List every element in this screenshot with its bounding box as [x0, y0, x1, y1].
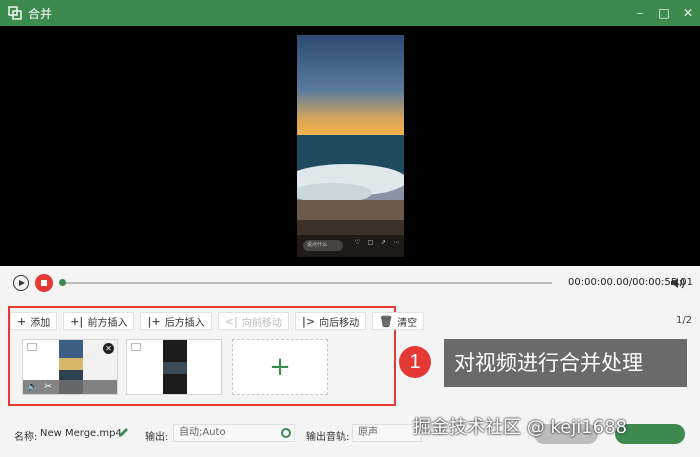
close-icon[interactable]: ✕	[682, 7, 694, 19]
output-format-select[interactable]: 自动;Auto	[173, 424, 295, 442]
merge-app-icon	[8, 6, 22, 20]
callout-number: 1	[399, 346, 431, 378]
close-icon[interactable]: ✕	[103, 343, 114, 354]
clip-checkbox[interactable]	[27, 343, 37, 351]
gear-icon[interactable]	[281, 428, 291, 438]
trash-icon: 🗑	[379, 314, 394, 328]
move-forward-label: 向前移动	[241, 317, 282, 329]
insert-after-icon: |+	[147, 314, 161, 328]
clip-action-bar: 🔈 ✂	[23, 380, 117, 394]
video-preview: 说点什么 ♡ □ ↗ ⋯	[0, 26, 700, 266]
insert-before-icon: +|	[70, 314, 84, 328]
add-label: 添加	[30, 317, 51, 329]
video-image	[297, 35, 404, 257]
insert-before-label: 前方插入	[87, 317, 128, 329]
clip-2-image	[127, 340, 221, 394]
move-backward-icon: |>	[301, 314, 316, 328]
output-format-value: 自动;Auto	[179, 427, 226, 438]
more-icon: ⋯	[393, 239, 400, 246]
share-icon: ↗	[380, 239, 387, 246]
audio-track-value: 原声	[358, 427, 378, 438]
move-forward-icon: <|	[224, 314, 238, 328]
clear-label: 清空	[397, 317, 418, 329]
plus-icon: +	[269, 352, 291, 382]
insert-before-button[interactable]: +| 前方插入	[63, 312, 135, 330]
volume-icon[interactable]	[669, 275, 685, 291]
comment-field: 说点什么	[303, 240, 343, 251]
volume-icon[interactable]: 🔈	[27, 382, 38, 392]
heart-icon: ♡	[354, 239, 361, 246]
move-forward-button[interactable]: <| 向前移动	[217, 312, 289, 330]
callout-text: 对视频进行合并处理	[444, 339, 687, 387]
audio-track-label: 输出音轨:	[306, 432, 350, 443]
progress-handle[interactable]	[59, 279, 66, 286]
output-label: 输出:	[145, 432, 169, 443]
pencil-icon[interactable]	[118, 427, 129, 438]
name-label: 名称:	[14, 432, 38, 443]
move-backward-button[interactable]: |> 向后移动	[294, 312, 367, 330]
clip-thumbnail-1[interactable]: ✕ 🔈 ✂	[22, 339, 118, 395]
maximize-icon[interactable]: □	[658, 7, 670, 19]
page-indicator: 1/2	[676, 315, 693, 326]
video-overlay-bar: 说点什么 ♡ □ ↗ ⋯	[297, 235, 404, 257]
playback-bar: 00:00:00.00/00:00:55.01	[0, 266, 700, 302]
scissors-icon[interactable]: ✂	[44, 382, 52, 392]
audio-track-select[interactable]: 原声	[352, 424, 422, 442]
plus-icon: +	[17, 314, 27, 328]
stop-button[interactable]	[35, 274, 53, 292]
progress-track[interactable]	[62, 282, 552, 284]
clip-checkbox[interactable]	[131, 343, 141, 351]
clear-button[interactable]: 🗑 清空	[372, 312, 425, 330]
window-title: 合并	[28, 6, 53, 21]
clip-thumbnail-2[interactable]	[126, 339, 222, 395]
video-frame: 说点什么 ♡ □ ↗ ⋯	[297, 35, 404, 257]
comment-icon: □	[367, 239, 374, 246]
add-button[interactable]: + 添加	[10, 312, 58, 330]
minimize-icon[interactable]: –	[634, 7, 646, 19]
insert-after-button[interactable]: |+ 后方插入	[140, 312, 212, 330]
title-bar: 合并 – □ ✕	[0, 0, 700, 26]
clip-toolbar: + 添加 +| 前方插入 |+ 后方插入 <| 向前移动 |> 向后移动 🗑 清…	[10, 312, 425, 330]
move-backward-label: 向后移动	[319, 317, 360, 329]
insert-after-label: 后方插入	[164, 317, 205, 329]
add-clip-slot[interactable]: +	[232, 339, 328, 395]
play-button[interactable]	[13, 275, 29, 291]
watermark-text: 掘金技术社区 @ keji1688	[413, 417, 628, 438]
window-controls: – □ ✕	[634, 0, 694, 26]
name-value: New Merge.mp4	[40, 428, 122, 439]
